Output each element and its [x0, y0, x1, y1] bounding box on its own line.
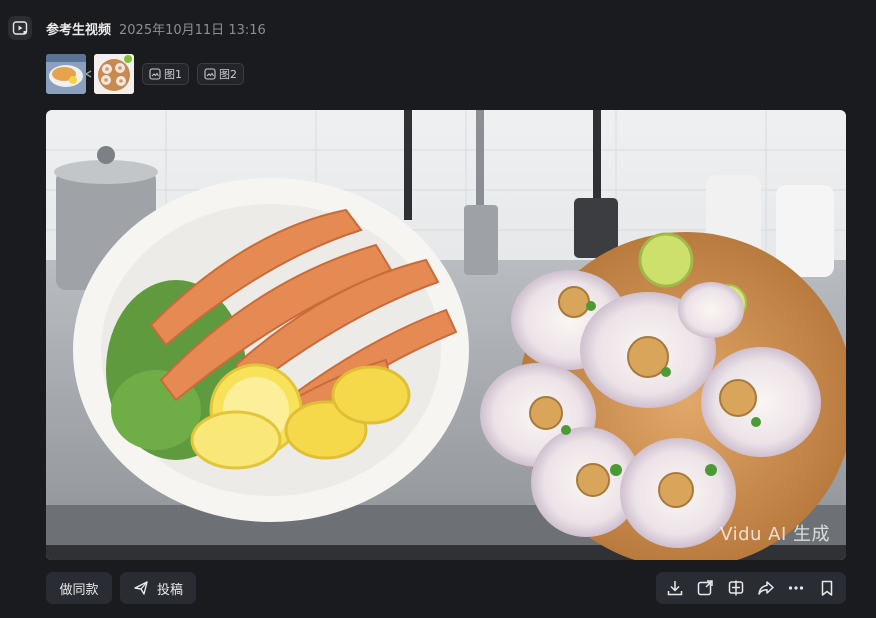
page-title: 参考生视频: [46, 22, 112, 38]
reference-thumbnail-1[interactable]: [46, 54, 86, 94]
expand-icon[interactable]: [693, 576, 717, 600]
post-label: 投稿: [156, 582, 183, 598]
link-arrow-icon: [84, 70, 92, 78]
reference-chip-1[interactable]: 图1: [142, 63, 189, 85]
ai-watermark: Vidu AI 生成: [720, 524, 830, 545]
bookmark-icon[interactable]: [815, 576, 839, 600]
image-ref-icon: [149, 68, 161, 80]
more-icon[interactable]: [784, 576, 808, 600]
reference-thumbnail-2[interactable]: [94, 54, 134, 94]
send-icon: [134, 581, 148, 595]
image-ref-icon: [204, 68, 216, 80]
reference-chip-label: 图1: [164, 68, 182, 81]
split-icon[interactable]: [724, 576, 748, 600]
download-icon[interactable]: [663, 576, 687, 600]
generated-video-preview[interactable]: Vidu AI 生成: [46, 110, 846, 560]
action-toolbar: [656, 572, 846, 604]
timestamp: 2025年10月11日 13:16: [119, 22, 266, 38]
post-button[interactable]: 投稿: [120, 572, 196, 604]
video-reference-icon[interactable]: [8, 16, 32, 40]
make-same-button[interactable]: 做同款: [46, 572, 112, 604]
make-same-label: 做同款: [59, 582, 99, 598]
header: 参考生视频 2025年10月11日 13:16: [8, 16, 266, 40]
reference-chip-2[interactable]: 图2: [197, 63, 244, 85]
reference-chip-label: 图2: [219, 68, 237, 81]
share-icon[interactable]: [754, 576, 778, 600]
food-scene-image: [46, 110, 846, 560]
reference-images: 图1 图2: [46, 54, 244, 94]
